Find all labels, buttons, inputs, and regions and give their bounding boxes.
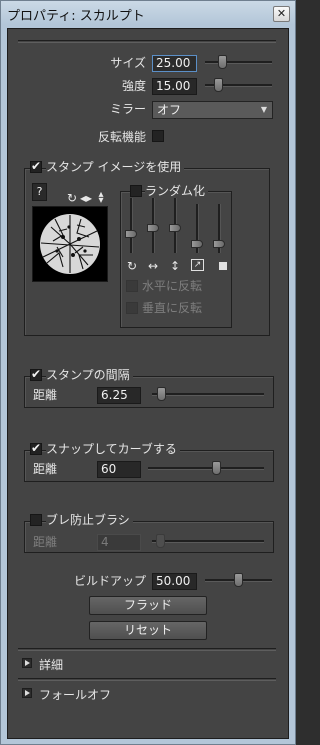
snap-label: スナップしてカーブする [46, 440, 180, 457]
chevron-down-icon: ▼ [260, 105, 268, 114]
stabilize-label: ブレ防止ブラシ [46, 511, 133, 528]
falloff-expander[interactable] [22, 688, 32, 698]
details-section-label[interactable]: 詳細 [39, 656, 63, 673]
stamp-use-label: スタンプ イメージを使用 [46, 158, 185, 175]
flip-vertical-checkbox[interactable] [126, 302, 138, 314]
random-flip-v-icon: ↕ [169, 259, 181, 273]
mirror-dropdown[interactable]: オフ ▼ [152, 101, 273, 119]
stabilize-distance-field[interactable]: 4 [97, 534, 141, 551]
random-checkbox[interactable] [130, 185, 142, 197]
rotate-icon[interactable]: ↻ [66, 192, 78, 204]
title-bar[interactable]: プロパティ: スカルプト ✕ [1, 1, 295, 26]
strength-field[interactable]: 15.00 [152, 78, 197, 95]
falloff-divider [18, 678, 276, 681]
flip-vertical-label: 垂直に反転 [142, 301, 203, 315]
checkmark-icon: ✔ [31, 367, 42, 381]
random-label: ランダム化 [145, 182, 209, 199]
invert-checkbox[interactable] [152, 130, 164, 142]
random-rotate-icon: ↻ [126, 259, 138, 273]
random-flip-v-slider-thumb[interactable] [169, 224, 181, 232]
expand-arrow-icon [25, 660, 30, 666]
buildup-label: ビルドアップ [73, 574, 146, 588]
mirror-label: ミラー [109, 102, 146, 116]
close-icon: ✕ [276, 7, 287, 20]
snap-checkbox[interactable]: ✔ [30, 441, 42, 455]
falloff-section-label[interactable]: フォールオフ [39, 686, 111, 703]
snap-slider-track[interactable] [148, 467, 264, 470]
flip-vertical-icon[interactable]: ▴ ▾ [95, 190, 107, 206]
details-expander[interactable] [22, 658, 32, 668]
mirror-dropdown-value: オフ [157, 103, 182, 117]
size-field[interactable]: 25.00 [152, 55, 197, 72]
snap-distance-field[interactable]: 60 [97, 461, 141, 478]
top-divider [18, 40, 276, 43]
size-slider-thumb[interactable] [217, 55, 227, 69]
spacing-slider-thumb[interactable] [157, 387, 167, 401]
spacing-slider-track[interactable] [152, 393, 264, 396]
invert-label: 反転機能 [97, 130, 146, 144]
stabilize-checkbox[interactable] [30, 514, 42, 526]
checkmark-icon: ✔ [31, 441, 42, 455]
stamp-image-preview[interactable] [32, 206, 108, 282]
strength-slider-thumb[interactable] [213, 78, 223, 92]
flood-button[interactable]: フラッド [89, 596, 207, 615]
snap-slider-thumb[interactable] [212, 461, 222, 475]
reset-button[interactable]: リセット [89, 621, 207, 640]
random-scale-slider-thumb[interactable] [191, 240, 203, 248]
random-scale-icon: ↗ [191, 259, 204, 271]
strength-label: 強度 [121, 79, 146, 93]
size-slider-track[interactable] [205, 61, 272, 64]
stabilize-distance-label: 距離 [33, 535, 58, 549]
random-strength-icon [219, 262, 227, 270]
window-title: プロパティ: スカルプト [7, 9, 145, 24]
stabilize-slider-thumb[interactable] [156, 534, 166, 548]
spacing-label: スタンプの間隔 [46, 366, 133, 383]
snap-distance-label: 距離 [33, 462, 58, 476]
flip-horizontal-checkbox[interactable] [126, 280, 138, 292]
stamp-image [40, 214, 100, 274]
random-flip-h-slider-thumb[interactable] [147, 224, 159, 232]
random-strength-slider-thumb[interactable] [213, 240, 225, 248]
size-label: サイズ [110, 56, 146, 70]
spacing-distance-label: 距離 [33, 388, 58, 402]
details-divider [18, 648, 276, 651]
buildup-field[interactable]: 50.00 [152, 573, 197, 590]
random-rotate-slider-thumb[interactable] [125, 230, 137, 238]
expand-arrow-icon [25, 690, 30, 696]
buildup-slider-thumb[interactable] [234, 573, 243, 587]
checkmark-icon: ✔ [31, 159, 42, 173]
random-rotate-slider-track[interactable] [130, 198, 133, 253]
flip-horizontal-icon[interactable]: ◂▸ [80, 192, 92, 204]
stamp-use-checkbox[interactable]: ✔ [30, 159, 42, 173]
flip-horizontal-label: 水平に反転 [142, 279, 203, 293]
spacing-distance-field[interactable]: 6.25 [97, 387, 141, 404]
random-flip-h-icon: ↔ [147, 259, 159, 273]
close-button[interactable]: ✕ [273, 6, 290, 22]
stamp-help-icon[interactable]: ? [32, 183, 47, 201]
stabilize-slider-track[interactable] [152, 540, 264, 543]
spacing-checkbox[interactable]: ✔ [30, 367, 42, 381]
